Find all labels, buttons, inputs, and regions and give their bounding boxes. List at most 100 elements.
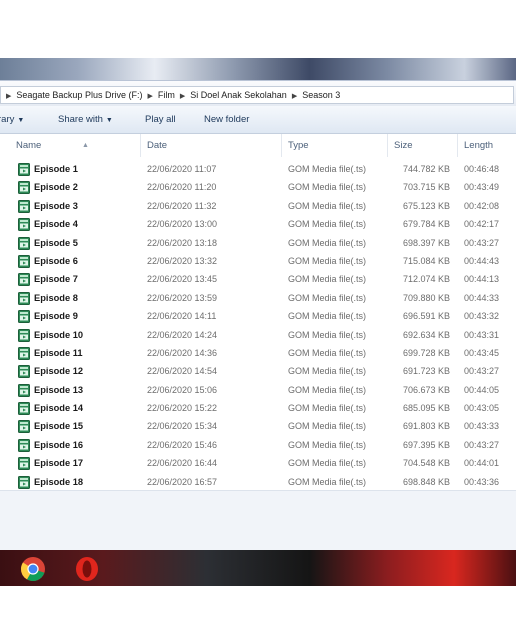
table-row[interactable]: Episode 2 22/06/2020 11:20 GOM Media file(… xyxy=(0,179,516,197)
file-size: 698.397 KB xyxy=(403,237,451,248)
breadcrumb-drive[interactable]: Seagate Backup Plus Drive (F:) xyxy=(16,87,142,103)
table-row[interactable]: Episode 3 22/06/2020 11:32 GOM Media file(… xyxy=(0,198,516,216)
video-file-icon xyxy=(18,365,30,379)
file-date: 22/06/2020 11:32 xyxy=(147,200,217,211)
opera-icon[interactable] xyxy=(74,556,100,582)
video-file-icon xyxy=(18,218,30,232)
file-type: GOM Media file(.ts) xyxy=(288,439,367,450)
file-length: 00:43:32 xyxy=(464,311,500,322)
chevron-down-icon: ▼ xyxy=(17,117,25,124)
column-header-type-label: Type xyxy=(288,140,309,151)
file-name: Episode 9 xyxy=(34,311,78,322)
file-size: 744.782 KB xyxy=(403,164,451,174)
column-headers: Name ▲ Date Type Size Length xyxy=(0,134,516,157)
library-button[interactable]: rary▼ xyxy=(0,114,24,125)
file-name: Episode 17 xyxy=(34,458,84,469)
breadcrumb-separator-icon: ▶ xyxy=(6,93,12,100)
breadcrumb-film[interactable]: Film xyxy=(158,87,175,103)
file-size: 703.715 KB xyxy=(403,182,451,193)
table-row[interactable]: Episode 15 22/06/2020 15:34 GOM Media file… xyxy=(0,418,516,436)
file-type: GOM Media file(.ts) xyxy=(288,255,367,266)
table-row[interactable]: Episode 4 22/06/2020 13:00 GOM Media file(… xyxy=(0,216,516,234)
file-size: 679.784 KB xyxy=(403,219,451,230)
file-type: GOM Media file(.ts) xyxy=(288,421,367,432)
column-header-length[interactable]: Length xyxy=(458,134,516,157)
file-type: GOM Media file(.ts) xyxy=(288,237,367,248)
file-length: 00:43:36 xyxy=(464,476,500,487)
column-header-date[interactable]: Date xyxy=(141,134,282,157)
breadcrumb-separator-icon: ▶ xyxy=(291,93,298,100)
breadcrumb-series[interactable]: Si Doel Anak Sekolahan xyxy=(190,87,287,103)
breadcrumb[interactable]: ▶ Seagate Backup Plus Drive (F:) ▶ Film ▶ Si … xyxy=(0,86,514,104)
file-size: 697.395 KB xyxy=(403,439,451,450)
table-row[interactable]: Episode 9 22/06/2020 14:11 GOM Media file(… xyxy=(0,308,516,326)
table-row[interactable]: Episode 7 22/06/2020 13:45 GOM Media file(… xyxy=(0,271,516,289)
file-date: 22/06/2020 15:22 xyxy=(147,403,218,414)
file-name: Episode 11 xyxy=(34,347,83,358)
file-type: GOM Media file(.ts) xyxy=(288,182,367,193)
video-file-icon xyxy=(18,310,30,324)
file-name: Episode 10 xyxy=(34,329,84,340)
table-row[interactable]: Episode 8 22/06/2020 13:59 GOM Media file(… xyxy=(0,290,516,308)
file-date: 22/06/2020 13:59 xyxy=(147,292,218,303)
file-type: GOM Media file(.ts) xyxy=(288,274,367,285)
table-row[interactable]: Episode 13 22/06/2020 15:06 GOM Media file… xyxy=(0,382,516,400)
taskbar xyxy=(0,550,516,586)
file-size: 691.723 KB xyxy=(403,366,451,377)
table-row[interactable]: Episode 5 22/06/2020 13:18 GOM Media file(… xyxy=(0,235,516,253)
table-row[interactable]: Episode 18 22/06/2020 16:57 GOM Media file… xyxy=(0,474,516,490)
file-length: 00:43:05 xyxy=(464,403,500,414)
file-size: 691.803 KB xyxy=(403,421,451,432)
column-header-name[interactable]: Name ▲ xyxy=(10,134,141,157)
table-row[interactable]: Episode 6 22/06/2020 13:32 GOM Media file(… xyxy=(0,253,516,271)
file-date: 22/06/2020 13:00 xyxy=(147,219,218,230)
file-size: 715.084 KB xyxy=(403,255,451,266)
file-size: 685.095 KB xyxy=(403,403,451,414)
file-name: Episode 2 xyxy=(34,182,78,193)
file-name: Episode 12 xyxy=(34,366,84,377)
file-length: 00:43:31 xyxy=(464,329,500,340)
play-all-button[interactable]: Play all xyxy=(145,114,176,125)
file-length: 00:46:48 xyxy=(464,164,500,174)
new-folder-button[interactable]: New folder xyxy=(204,114,249,125)
breadcrumb-separator-icon: ▶ xyxy=(147,93,153,100)
file-length: 00:43:49 xyxy=(464,182,500,193)
file-date: 22/06/2020 13:18 xyxy=(147,237,218,248)
desktop-wallpaper-strip xyxy=(0,58,516,80)
video-file-icon xyxy=(18,383,30,397)
file-name: Episode 6 xyxy=(34,255,78,266)
breadcrumb-season[interactable]: Season 3 xyxy=(302,87,340,103)
file-name: Episode 14 xyxy=(34,403,84,414)
file-name: Episode 7 xyxy=(34,274,78,285)
video-file-icon xyxy=(18,402,30,416)
address-bar: ▶ Seagate Backup Plus Drive (F:) ▶ Film ▶ Si … xyxy=(0,80,516,107)
file-length: 00:42:08 xyxy=(464,200,500,211)
share-with-button[interactable]: Share with ▼ xyxy=(58,114,113,125)
table-row[interactable]: Episode 1 22/06/2020 11:07 GOM Media file(… xyxy=(0,161,516,179)
file-name: Episode 18 xyxy=(34,476,84,487)
column-header-size-label: Size xyxy=(394,140,413,151)
file-date: 22/06/2020 15:34 xyxy=(147,421,218,432)
video-file-icon xyxy=(18,291,30,305)
file-length: 00:44:43 xyxy=(464,255,500,266)
file-date: 22/06/2020 11:20 xyxy=(147,182,217,193)
table-row[interactable]: Episode 16 22/06/2020 15:46 GOM Media file… xyxy=(0,437,516,455)
column-header-type[interactable]: Type xyxy=(282,134,388,157)
column-header-length-label: Length xyxy=(464,140,494,151)
chevron-down-icon: ▼ xyxy=(105,117,113,124)
file-size: 698.848 KB xyxy=(403,476,451,487)
table-row[interactable]: Episode 10 22/06/2020 14:24 GOM Media file… xyxy=(0,327,516,345)
command-bar: rary▼ Share with▼ Play all New folder xyxy=(0,106,516,134)
table-row[interactable]: Episode 17 22/06/2020 16:44 GOM Media file… xyxy=(0,455,516,473)
file-list: Name ▲ Date Type Size Length Episode 1 22/… xyxy=(0,134,516,490)
table-row[interactable]: Episode 11 22/06/2020 14:36 GOM Media file… xyxy=(0,345,516,363)
file-date: 22/06/2020 13:45 xyxy=(147,274,218,285)
file-length: 00:44:33 xyxy=(464,292,500,303)
table-row[interactable]: Episode 14 22/06/2020 15:22 GOM Media file… xyxy=(0,400,516,418)
chrome-icon[interactable] xyxy=(20,556,46,582)
column-header-size[interactable]: Size xyxy=(388,134,458,157)
file-date: 22/06/2020 16:44 xyxy=(147,458,218,469)
explorer-window: ▶ Seagate Backup Plus Drive (F:) ▶ Film ▶ Si … xyxy=(0,58,516,586)
table-row[interactable]: Episode 12 22/06/2020 14:54 GOM Media file… xyxy=(0,363,516,381)
video-file-icon xyxy=(18,328,30,342)
